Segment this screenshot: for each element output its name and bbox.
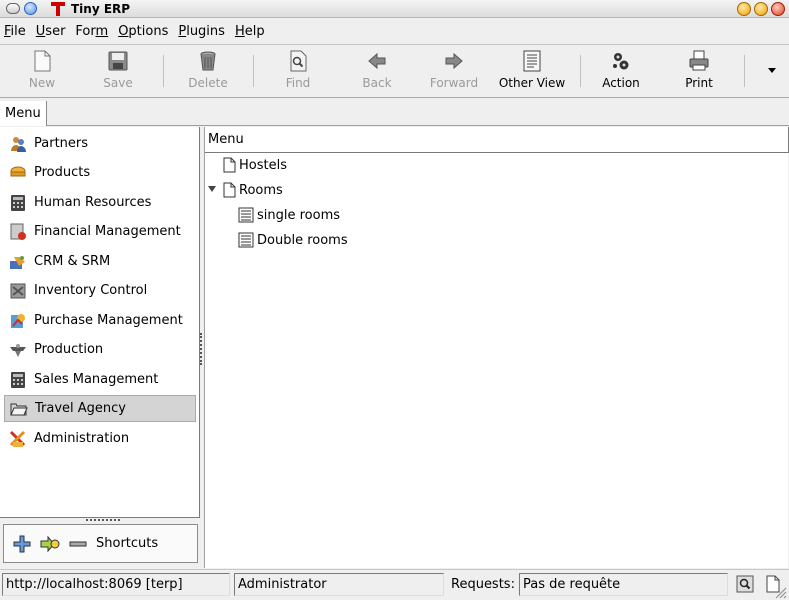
printer-icon [689,50,709,71]
sidebar-item-sales-management[interactable]: Sales Management [4,366,196,393]
sidebar-item-products[interactable]: Products [4,159,196,186]
tree-expander-rooms[interactable] [208,186,216,192]
document-icon [223,182,236,198]
window-title: Tiny ERP [71,1,131,16]
tab-menu[interactable]: Menu [0,101,47,126]
menu-user[interactable]: User [36,24,66,39]
tree-node-rooms[interactable]: Rooms [223,182,283,198]
tree-node-single-rooms[interactable]: single rooms [238,207,340,223]
remove-shortcut-icon[interactable] [68,534,88,554]
toolbar-separator [744,55,745,87]
menu-file[interactable]: File [4,24,26,39]
resize-grip-icon[interactable] [775,587,787,599]
requests-status: Pas de requête [519,573,728,596]
back-button[interactable]: Back [360,49,394,95]
menu-plugins[interactable]: Plugins [178,24,225,39]
tab-strip: Menu [0,99,789,126]
go-shortcut-icon[interactable] [40,534,60,554]
tree-node-double-rooms[interactable]: Double rooms [238,232,348,248]
finance-icon [10,223,26,240]
find-button[interactable]: Find [282,49,314,95]
crm-icon [10,255,25,269]
maximize-button[interactable] [754,1,768,16]
new-button[interactable]: New [22,49,62,95]
calculator-icon [11,194,25,211]
back-arrow-icon [368,52,386,70]
toolbar-separator [580,55,581,87]
other-view-button[interactable]: Other View [497,49,567,95]
print-button[interactable]: Print [683,49,715,95]
sidebar-item-human-resources[interactable]: Human Resources [4,189,196,216]
toolbar-separator [163,55,164,87]
products-icon [10,166,26,176]
toolbar-separator [253,55,254,87]
requests-label: Requests: [451,577,515,592]
close-button[interactable] [771,1,785,16]
production-icon [10,343,26,357]
menu-tree: Menu Hostels Rooms single rooms Double r… [204,127,789,568]
forward-button[interactable]: Forward [428,49,480,95]
document-icon [223,157,236,173]
administration-icon [9,430,26,447]
list-icon [238,207,254,223]
trash-can-icon [200,51,216,71]
list-icon [238,232,254,248]
minimize-button[interactable] [737,1,751,16]
folder-open-icon [10,403,28,415]
add-shortcut-icon[interactable] [12,534,32,554]
calculator-icon [11,371,25,388]
status-bar: http://localhost:8069 [terp] Administrat… [0,569,789,600]
menu-bar: File User Form Options Plugins Help [0,19,789,43]
window-menu-icon[interactable] [6,3,20,14]
purchase-icon [11,313,25,328]
action-button[interactable]: Action [600,49,642,95]
tiny-erp-logo-icon [51,1,65,16]
new-document-icon [34,50,51,72]
sidebar-item-crm-srm[interactable]: CRM & SRM [4,248,196,275]
tree-node-hostels[interactable]: Hostels [223,157,287,173]
gears-icon [613,53,629,70]
sidebar-item-inventory-control[interactable]: Inventory Control [4,277,196,304]
inventory-icon [10,283,26,298]
shortcuts-label: Shortcuts [96,536,159,551]
sticky-icon[interactable] [24,2,37,15]
floppy-disk-icon [108,51,128,71]
menu-form[interactable]: Form [75,24,108,39]
partners-icon [11,136,26,152]
menu-options[interactable]: Options [118,24,168,39]
sidebar-item-purchase-management[interactable]: Purchase Management [4,307,196,334]
tree-column-header[interactable]: Menu [205,127,789,153]
sidebar-item-partners[interactable]: Partners [4,130,196,157]
sidebar-item-travel-agency[interactable]: Travel Agency [4,395,196,422]
toolbar: New Save Delete Find Back Forward Other … [0,44,789,98]
save-button[interactable]: Save [100,49,136,95]
delete-button[interactable]: Delete [185,49,231,95]
find-icon [290,50,307,72]
sidebar-item-financial-management[interactable]: Financial Management [4,218,196,245]
shortcuts-bar: Shortcuts [3,524,198,563]
title-bar: Tiny ERP [0,0,789,18]
sidebar-item-production[interactable]: Production [4,336,196,363]
forward-arrow-icon [445,52,463,70]
sidebar-item-administration[interactable]: Administration [4,425,196,452]
server-status: http://localhost:8069 [terp] [2,573,230,596]
toolbar-overflow-arrow-icon[interactable] [768,68,776,73]
sidebar-resize-grip[interactable] [86,519,120,522]
read-requests-icon[interactable] [736,575,754,593]
sidebar: Partners Products Human Resources Financ… [0,127,200,518]
user-status: Administrator [234,573,444,596]
menu-help[interactable]: Help [235,24,265,39]
list-view-icon [523,50,541,72]
